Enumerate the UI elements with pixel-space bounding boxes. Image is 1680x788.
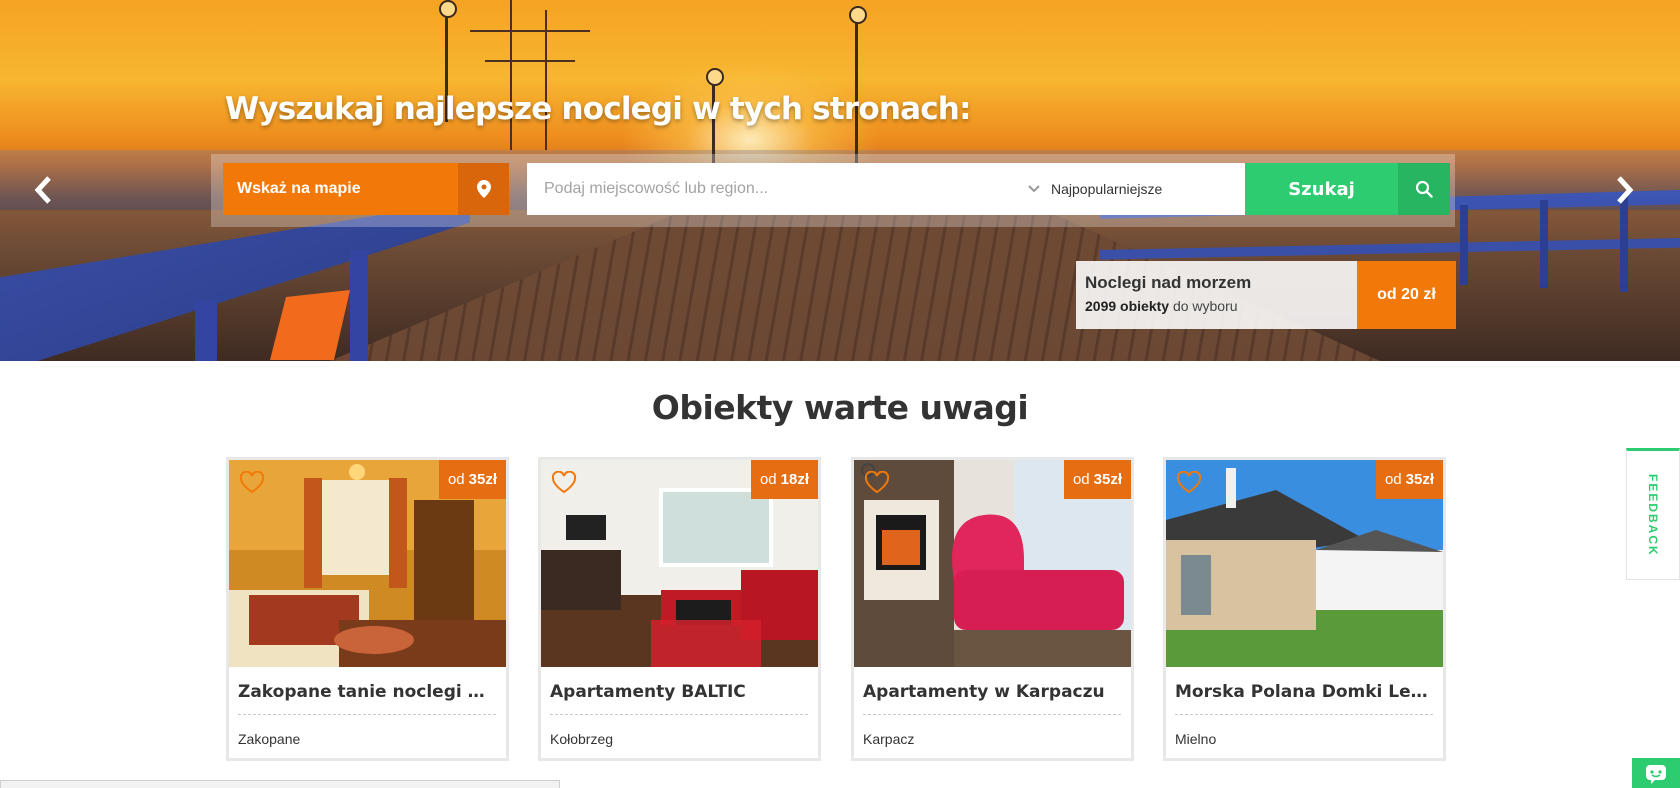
slider-prev-arrow[interactable] <box>28 172 58 208</box>
chat-icon <box>1646 765 1666 784</box>
card-title[interactable]: Morska Polana Domki Letni... <box>1175 682 1433 702</box>
card-location: Zakopane <box>238 731 301 747</box>
arrow-right-icon <box>1617 176 1634 204</box>
feedback-label: FEEDBACK <box>1646 473 1660 557</box>
card-price-value: 35zł <box>1093 471 1122 488</box>
card-price-value: 35zł <box>1405 471 1434 488</box>
card-price-badge: od 35zł <box>1375 460 1443 499</box>
section-title: Obiekty warte uwagi <box>651 388 1029 427</box>
search-icon-button[interactable] <box>1398 163 1450 215</box>
sort-select[interactable]: Najpopularniejsze <box>1017 163 1245 215</box>
card-divider <box>863 714 1121 715</box>
chevron-down-icon <box>1017 185 1051 193</box>
card-price-value: 18zł <box>780 471 809 488</box>
listing-card[interactable]: od 35zł Apartamenty w Karpaczu Karpacz <box>851 457 1134 761</box>
heart-icon[interactable] <box>864 471 890 495</box>
listing-card[interactable]: od 35zł Zakopane tanie noclegi Will... Z… <box>226 457 509 761</box>
railing-post <box>1540 200 1548 288</box>
card-price-prefix: od <box>1384 471 1402 488</box>
card-title[interactable]: Apartamenty w Karpaczu <box>863 682 1121 702</box>
card-divider <box>1175 714 1433 715</box>
railing-post <box>1620 196 1628 292</box>
card-price-prefix: od <box>759 471 777 488</box>
slider-next-arrow[interactable] <box>1610 172 1640 208</box>
promo-sea-box[interactable]: Noclegi nad morzem 2099 obiekty do wybor… <box>1076 261 1357 329</box>
card-divider <box>550 714 808 715</box>
promo-count: 2099 obiekty <box>1085 298 1170 314</box>
heart-icon[interactable] <box>1176 471 1202 495</box>
hero-title: Wyszukaj najlepsze noclegi w tych strona… <box>225 91 971 127</box>
card-divider <box>238 714 496 715</box>
map-pin-button[interactable] <box>458 163 509 215</box>
chat-button[interactable] <box>1632 758 1680 788</box>
railing-post <box>350 250 368 361</box>
card-location: Kołobrzeg <box>550 731 614 747</box>
feedback-tab[interactable]: FEEDBACK <box>1626 448 1680 580</box>
card-price-badge: od 35zł <box>438 460 506 499</box>
ship-yard <box>470 30 590 32</box>
railing-post <box>195 300 217 361</box>
card-title[interactable]: Zakopane tanie noclegi Will... <box>238 682 496 702</box>
card-location: Mielno <box>1175 731 1217 747</box>
heart-icon[interactable] <box>239 471 265 495</box>
promo-price-button[interactable]: od 20 zł <box>1357 261 1456 329</box>
location-search-input[interactable] <box>527 163 1017 215</box>
card-price-prefix: od <box>1072 471 1090 488</box>
railing-post <box>1460 205 1468 285</box>
listing-card[interactable]: od 18zł Apartamenty BALTIC Kołobrzeg <box>538 457 821 761</box>
promo-subtitle: 2099 obiekty do wyboru <box>1085 298 1348 314</box>
card-title[interactable]: Apartamenty BALTIC <box>550 682 808 702</box>
card-price-prefix: od <box>447 471 465 488</box>
orange-railing-detail <box>270 290 350 360</box>
card-price-badge: od 35zł <box>1063 460 1131 499</box>
promo-count-suffix: do wyboru <box>1172 298 1238 314</box>
map-pin-icon <box>476 180 491 198</box>
search-button[interactable]: Szukaj <box>1245 163 1398 215</box>
heart-icon[interactable] <box>551 471 577 495</box>
promo-title: Noclegi nad morzem <box>1085 273 1252 292</box>
listing-card[interactable]: od 35zł Morska Polana Domki Letni... Mie… <box>1163 457 1446 761</box>
browser-status-bar <box>0 780 560 788</box>
card-price-badge: od 18zł <box>750 460 818 499</box>
map-button[interactable]: Wskaż na mapie <box>223 163 458 215</box>
card-location: Karpacz <box>863 731 915 747</box>
arrow-left-icon <box>34 176 51 204</box>
sort-selected-label: Najpopularniejsze <box>1051 181 1163 197</box>
ship-mast <box>510 0 512 150</box>
card-price-value: 35zł <box>468 471 497 488</box>
search-icon <box>1415 180 1433 198</box>
ship-yard <box>485 60 575 62</box>
